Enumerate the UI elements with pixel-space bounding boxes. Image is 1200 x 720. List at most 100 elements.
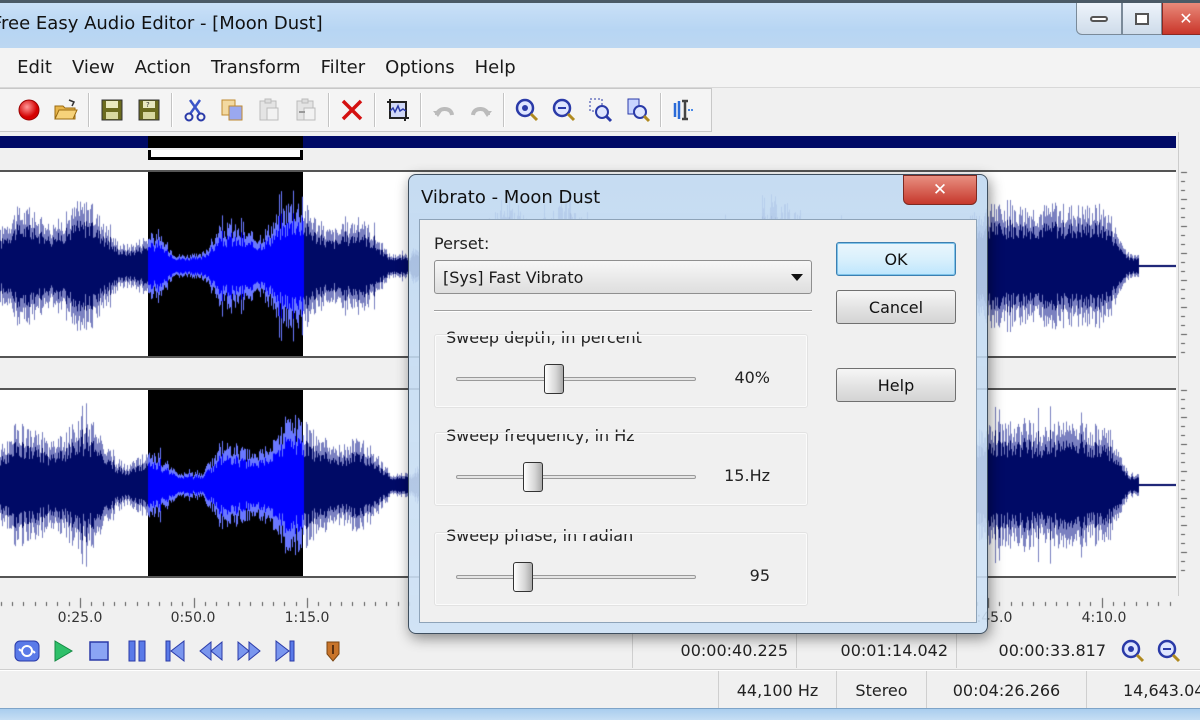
toolbar: ? bbox=[0, 88, 712, 132]
menu-filter[interactable]: Filter bbox=[311, 57, 376, 78]
dialog-body: Perset: [Sys] Fast Vibrato Sweep depth, … bbox=[419, 219, 977, 623]
go-to-end-icon bbox=[275, 639, 295, 663]
selection-length-time: 00:00:33.817 bbox=[956, 632, 1114, 668]
zoom-full-icon bbox=[627, 98, 650, 123]
toolbar-separator bbox=[420, 93, 421, 127]
paste-icon bbox=[259, 98, 278, 121]
sweep-phase-value: 95 bbox=[749, 566, 770, 585]
zoom-out-button[interactable] bbox=[1154, 636, 1184, 666]
menu-action[interactable]: Action bbox=[125, 57, 201, 78]
record-button[interactable] bbox=[10, 92, 47, 128]
undo-icon bbox=[432, 107, 454, 117]
menu-options[interactable]: Options bbox=[375, 57, 464, 78]
overview-selection bbox=[148, 136, 303, 148]
slider-thumb[interactable] bbox=[522, 462, 543, 492]
cut-icon bbox=[184, 99, 205, 122]
sweep-frequency-value: 15.Hz bbox=[724, 466, 770, 485]
copy-button[interactable] bbox=[213, 92, 250, 128]
paste-button[interactable] bbox=[250, 92, 287, 128]
menu-edit[interactable]: Edit bbox=[7, 57, 62, 78]
zoom-in-icon bbox=[515, 98, 538, 122]
toolbar-separator bbox=[503, 93, 504, 127]
close-button[interactable]: ✕ bbox=[1162, 3, 1200, 35]
ruler-label: 0:50.0 bbox=[170, 610, 216, 626]
selection-start-time: 00:00:40.225 bbox=[632, 632, 796, 668]
go-to-end-button[interactable] bbox=[270, 636, 300, 666]
vibrato-dialog: Vibrato - Moon Dust ✕ Perset: [Sys] Fast… bbox=[408, 174, 988, 634]
close-icon: ✕ bbox=[932, 180, 948, 200]
toolbar-separator bbox=[660, 93, 661, 127]
minimize-button[interactable] bbox=[1076, 3, 1122, 35]
insert-marker-icon bbox=[673, 99, 694, 121]
undo-button[interactable] bbox=[425, 92, 462, 128]
menu-transform[interactable]: Transform bbox=[201, 57, 311, 78]
stop-button[interactable] bbox=[84, 636, 114, 666]
zoom-in-button[interactable] bbox=[1118, 636, 1148, 666]
help-button[interactable]: Help bbox=[836, 368, 956, 402]
slider-thumb[interactable] bbox=[513, 562, 534, 592]
play-icon bbox=[54, 640, 73, 662]
cancel-button[interactable]: Cancel bbox=[836, 290, 956, 324]
amplitude-scale bbox=[1178, 132, 1200, 598]
save-button[interactable] bbox=[93, 92, 130, 128]
status-sample-rate: 44,100 Hz bbox=[718, 671, 836, 709]
selection-handle-top[interactable] bbox=[148, 150, 303, 160]
open-folder-icon bbox=[53, 99, 78, 120]
loop-button[interactable] bbox=[12, 636, 42, 666]
pause-button[interactable] bbox=[122, 636, 152, 666]
trim-button[interactable] bbox=[379, 92, 416, 128]
sweep-frequency-slider[interactable] bbox=[456, 462, 696, 492]
toolbar-separator bbox=[328, 93, 329, 127]
menu-file[interactable]: e bbox=[0, 57, 7, 78]
fast-forward-button[interactable] bbox=[234, 636, 264, 666]
toolbar-separator bbox=[88, 93, 89, 127]
dialog-close-button[interactable]: ✕ bbox=[903, 175, 977, 205]
zoom-full-button[interactable] bbox=[619, 92, 656, 128]
menu-view[interactable]: View bbox=[62, 57, 125, 78]
menu-bar: e Edit View Action Transform Filter Opti… bbox=[0, 48, 1200, 88]
rewind-icon bbox=[199, 640, 223, 662]
slider-thumb[interactable] bbox=[544, 364, 565, 394]
go-to-start-button[interactable] bbox=[160, 636, 190, 666]
delete-icon bbox=[341, 99, 362, 121]
menu-help[interactable]: Help bbox=[465, 57, 526, 78]
marker-icon bbox=[326, 641, 340, 662]
save-icon bbox=[101, 99, 122, 121]
sweep-depth-slider[interactable] bbox=[456, 364, 696, 394]
ok-button[interactable]: OK bbox=[836, 242, 956, 276]
maximize-button[interactable] bbox=[1122, 3, 1162, 35]
dialog-title: Vibrato - Moon Dust bbox=[421, 187, 601, 208]
save-as-icon: ? bbox=[138, 99, 159, 121]
save-as-button[interactable]: ? bbox=[130, 92, 167, 128]
pause-icon bbox=[128, 640, 146, 662]
marker-button[interactable] bbox=[318, 636, 348, 666]
zoom-out-icon bbox=[1157, 639, 1181, 663]
ruler-label: 4:10.0 bbox=[1081, 610, 1127, 626]
rewind-button[interactable] bbox=[196, 636, 226, 666]
status-size: 14,643.04 bbox=[1086, 671, 1200, 709]
chevron-down-icon bbox=[791, 274, 803, 281]
sweep-phase-slider[interactable] bbox=[456, 562, 696, 592]
open-button[interactable] bbox=[47, 92, 84, 128]
zoom-selection-button[interactable] bbox=[582, 92, 619, 128]
preset-dropdown[interactable]: [Sys] Fast Vibrato bbox=[434, 260, 812, 294]
trim-icon bbox=[386, 99, 409, 121]
zoom-in-button[interactable] bbox=[508, 92, 545, 128]
status-channels: Stereo bbox=[836, 671, 926, 709]
toolbar-separator bbox=[374, 93, 375, 127]
slider-track bbox=[456, 377, 696, 381]
insert-marker-button[interactable] bbox=[665, 92, 702, 128]
selection-end-time: 00:01:14.042 bbox=[796, 632, 956, 668]
zoom-out-button[interactable] bbox=[545, 92, 582, 128]
loop-icon bbox=[14, 640, 40, 662]
redo-button[interactable] bbox=[462, 92, 499, 128]
window-bottom-frame bbox=[0, 708, 1200, 720]
play-button[interactable] bbox=[48, 636, 78, 666]
toolbar-separator bbox=[171, 93, 172, 127]
divider bbox=[434, 310, 812, 312]
delete-button[interactable] bbox=[333, 92, 370, 128]
cut-button[interactable] bbox=[176, 92, 213, 128]
paste-mix-button[interactable] bbox=[287, 92, 324, 128]
maximize-icon bbox=[1135, 12, 1149, 25]
redo-icon bbox=[470, 107, 492, 117]
